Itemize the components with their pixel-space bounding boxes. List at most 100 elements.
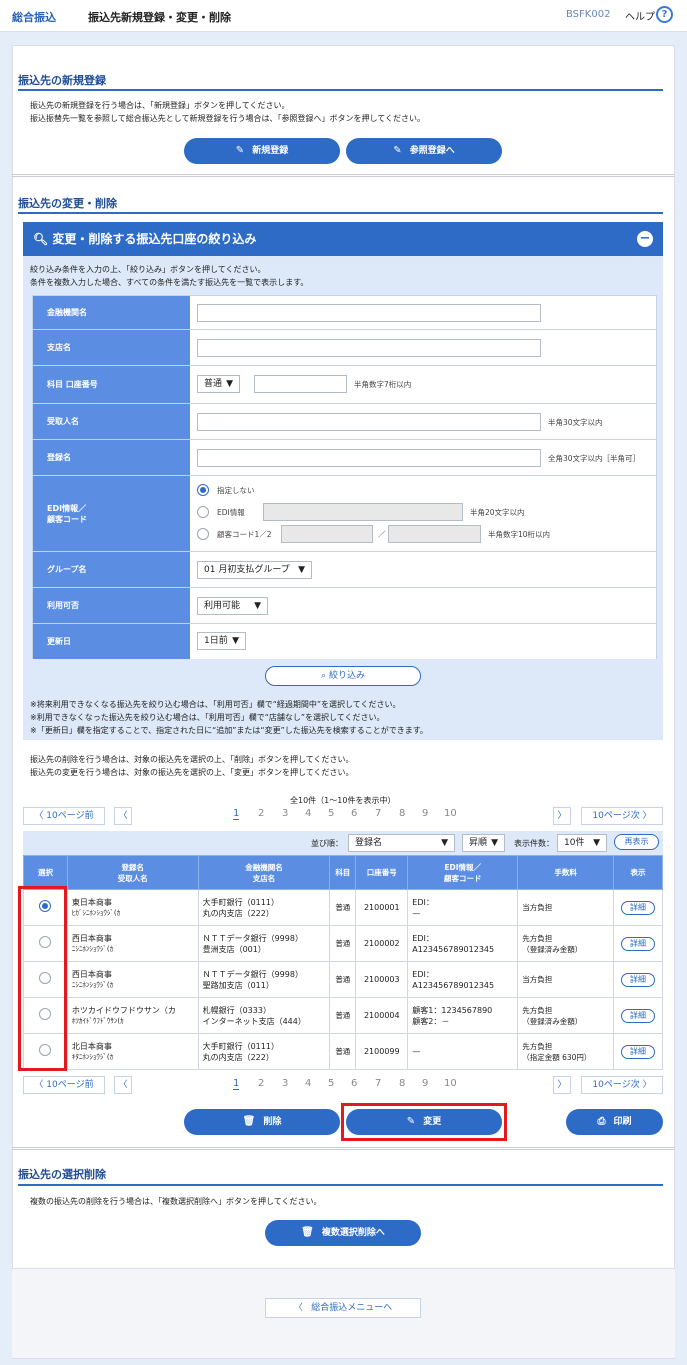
- fee-line-1: 当方負担: [522, 903, 553, 912]
- page-link[interactable]: 2: [258, 1078, 264, 1089]
- group-select[interactable]: 01 月初支払グループ ▼: [197, 561, 312, 579]
- branch-name-input[interactable]: [197, 339, 541, 357]
- fee-line-2: （登録済み金額）: [522, 944, 583, 954]
- page-link[interactable]: 5: [328, 1078, 334, 1089]
- recipient-hint: 半角30文字以内: [548, 418, 603, 427]
- header-bank: 金融機関名 支店名: [197, 855, 331, 890]
- page-link[interactable]: 7: [375, 808, 381, 819]
- page-link[interactable]: 9: [422, 1078, 428, 1089]
- recipient-name-input[interactable]: [197, 413, 541, 431]
- edi-option-info: EDI情報: [217, 508, 245, 517]
- new-register-button[interactable]: ✎ 新規登録: [184, 138, 340, 164]
- edi-line-2: A123456789012345: [412, 980, 495, 990]
- next-page-button[interactable]: 〉: [553, 807, 571, 825]
- label-branch: 支店名: [33, 330, 190, 365]
- delete-button[interactable]: 🗑︎ 削除: [184, 1109, 340, 1135]
- bulk-delete-button[interactable]: 🗑︎ 複数選択削除へ: [265, 1220, 421, 1246]
- table-row: 西日本商事 ﾆｼﾆﾎﾝｼｮｳｼﾞ(ｶ ＮＴＴデータ銀行（9998） 聖路加支店（011…: [23, 961, 664, 998]
- registered-name-input[interactable]: [197, 449, 541, 467]
- page-link[interactable]: 6: [351, 808, 357, 819]
- prev-10-pages-button[interactable]: 〈 10ページ前: [23, 807, 105, 825]
- page-numbers: 1 2 3 4 5 6 7 8 9 10: [227, 806, 467, 822]
- page-numbers: 1 2 3 4 5 6 7 8 9 10: [227, 1076, 467, 1092]
- page-link[interactable]: 4: [305, 1078, 311, 1089]
- sort-select[interactable]: 登録名 ▼: [348, 834, 455, 852]
- radio-customer-code[interactable]: [197, 528, 209, 540]
- fee-line-1: 先方負担: [522, 1005, 553, 1015]
- row-account: 科目 口座番号 普通 ▼ 半角数字7桁以内: [33, 366, 656, 404]
- reg-name-hint: 全角30文字以内［半角可］: [548, 454, 641, 463]
- instruction-change: 振込先の変更を行う場合は、対象の振込先を選択の上、「変更」ボタンを押してください…: [30, 768, 354, 777]
- per-page-label: 表示件数：: [514, 839, 554, 848]
- account-type-select[interactable]: 普通 ▼: [197, 375, 240, 393]
- page-link[interactable]: 8: [399, 1078, 405, 1089]
- page-link[interactable]: 3: [282, 808, 288, 819]
- bank-name-input[interactable]: [197, 304, 541, 322]
- bank-cell: 大手町銀行（0111） 丸の内支店（222）: [197, 889, 331, 926]
- usable-select[interactable]: 利用可能 ▼: [197, 597, 268, 615]
- back-to-menu-button[interactable]: 〈 総合振込メニューへ: [265, 1298, 421, 1318]
- print-button[interactable]: ⎙ 印刷: [566, 1109, 663, 1135]
- page-link[interactable]: 4: [305, 808, 311, 819]
- customer-code-1-input[interactable]: [281, 525, 373, 543]
- filter-panel-header[interactable]: 🔍︎ 変更・削除する振込先口座の絞り込み −: [23, 222, 663, 256]
- reg-name-cell: ホツカイドウフドウサン（カ ﾎﾂｶｲﾄﾞｳﾌﾄﾞｳｻﾝ(ｶ: [66, 997, 199, 1034]
- type-cell: 普通: [329, 925, 357, 962]
- edi-info-input[interactable]: [263, 503, 463, 521]
- filter-button-label: 絞り込み: [328, 671, 365, 681]
- page-link[interactable]: 8: [399, 808, 405, 819]
- fee-cell: 当方負担: [517, 889, 614, 926]
- app-name[interactable]: 総合振込: [12, 9, 56, 25]
- page-link[interactable]: 3: [282, 1078, 288, 1089]
- page-link[interactable]: 1: [233, 808, 240, 820]
- next-10-pages-button[interactable]: 10ページ次 〉: [581, 1076, 663, 1094]
- detail-button[interactable]: 詳細: [620, 1044, 655, 1059]
- page-link[interactable]: 9: [422, 808, 428, 819]
- page-link[interactable]: 2: [258, 808, 264, 819]
- change-section-title: 振込先の変更・削除: [18, 197, 117, 210]
- table-row: 北日本商事 ｷﾀﾆﾎﾝｼｮｳｼﾞ(ｶ 大手町銀行（0111） 丸の内支店（222） 普通…: [23, 1033, 664, 1070]
- prev-page-button[interactable]: 〈: [114, 1076, 132, 1094]
- collapse-icon[interactable]: −: [637, 231, 653, 247]
- radio-edi-none[interactable]: [197, 484, 209, 496]
- page-link[interactable]: 7: [375, 1078, 381, 1089]
- page-link[interactable]: 1: [233, 1078, 240, 1090]
- pencil-icon: ✎: [235, 145, 245, 156]
- branch-name: 豊洲支店（001）: [202, 944, 266, 954]
- edi-line-1: EDI：: [412, 897, 434, 907]
- redisplay-button[interactable]: 再表示: [614, 834, 659, 850]
- view-cell: 詳細: [612, 1033, 664, 1070]
- account-number-input[interactable]: [254, 375, 347, 393]
- page-link[interactable]: 6: [351, 1078, 357, 1089]
- detail-button[interactable]: 詳細: [620, 972, 655, 987]
- detail-button[interactable]: 詳細: [620, 1008, 655, 1023]
- filter-form: 金融機関名 支店名 科目 口座番号 普通 ▼ 半角数字7桁以内 受取人名 半角30…: [32, 295, 657, 659]
- help-icon[interactable]: ?: [656, 6, 673, 23]
- next-page-button[interactable]: 〉: [553, 1076, 571, 1094]
- help-link[interactable]: ヘルプ: [625, 8, 655, 23]
- fee-cell: 先方負担 （登録済み金額）: [517, 997, 614, 1034]
- detail-button[interactable]: 詳細: [620, 936, 655, 951]
- radio-edi-info[interactable]: [197, 506, 209, 518]
- page-link[interactable]: 10: [444, 808, 457, 819]
- view-cell: 詳細: [612, 889, 664, 926]
- ref-register-button[interactable]: ✎ 参照登録へ: [346, 138, 502, 164]
- fee-line-2: （指定金額 630円）: [522, 1052, 592, 1062]
- branch-name: 丸の内支店（222）: [202, 908, 274, 918]
- customer-code-2-input[interactable]: [388, 525, 481, 543]
- updated-select[interactable]: 1日前 ▼: [197, 632, 246, 650]
- order-select[interactable]: 昇順 ▼: [462, 834, 505, 852]
- next-10-pages-button[interactable]: 10ページ次 〉: [581, 807, 663, 825]
- filter-button[interactable]: ⌕ 絞り込み: [265, 666, 421, 686]
- new-section-title: 振込先の新規登録: [18, 74, 106, 87]
- header-reg-name: 登録名 受取人名: [66, 855, 199, 890]
- prev-10-pages-button[interactable]: 〈 10ページ前: [23, 1076, 105, 1094]
- edi-line-1: 顧客1：1234567890: [412, 1005, 493, 1015]
- table-header-row: 選択 登録名 受取人名 金融機関名 支店名 科目 口座番号 EDI情報／ 顧客コ…: [23, 855, 664, 890]
- page-link[interactable]: 10: [444, 1078, 457, 1089]
- prev-page-button[interactable]: 〈: [114, 807, 132, 825]
- detail-button[interactable]: 詳細: [620, 900, 655, 915]
- type-cell: 普通: [329, 961, 357, 998]
- per-page-select[interactable]: 10件 ▼: [557, 834, 607, 852]
- page-link[interactable]: 5: [328, 808, 334, 819]
